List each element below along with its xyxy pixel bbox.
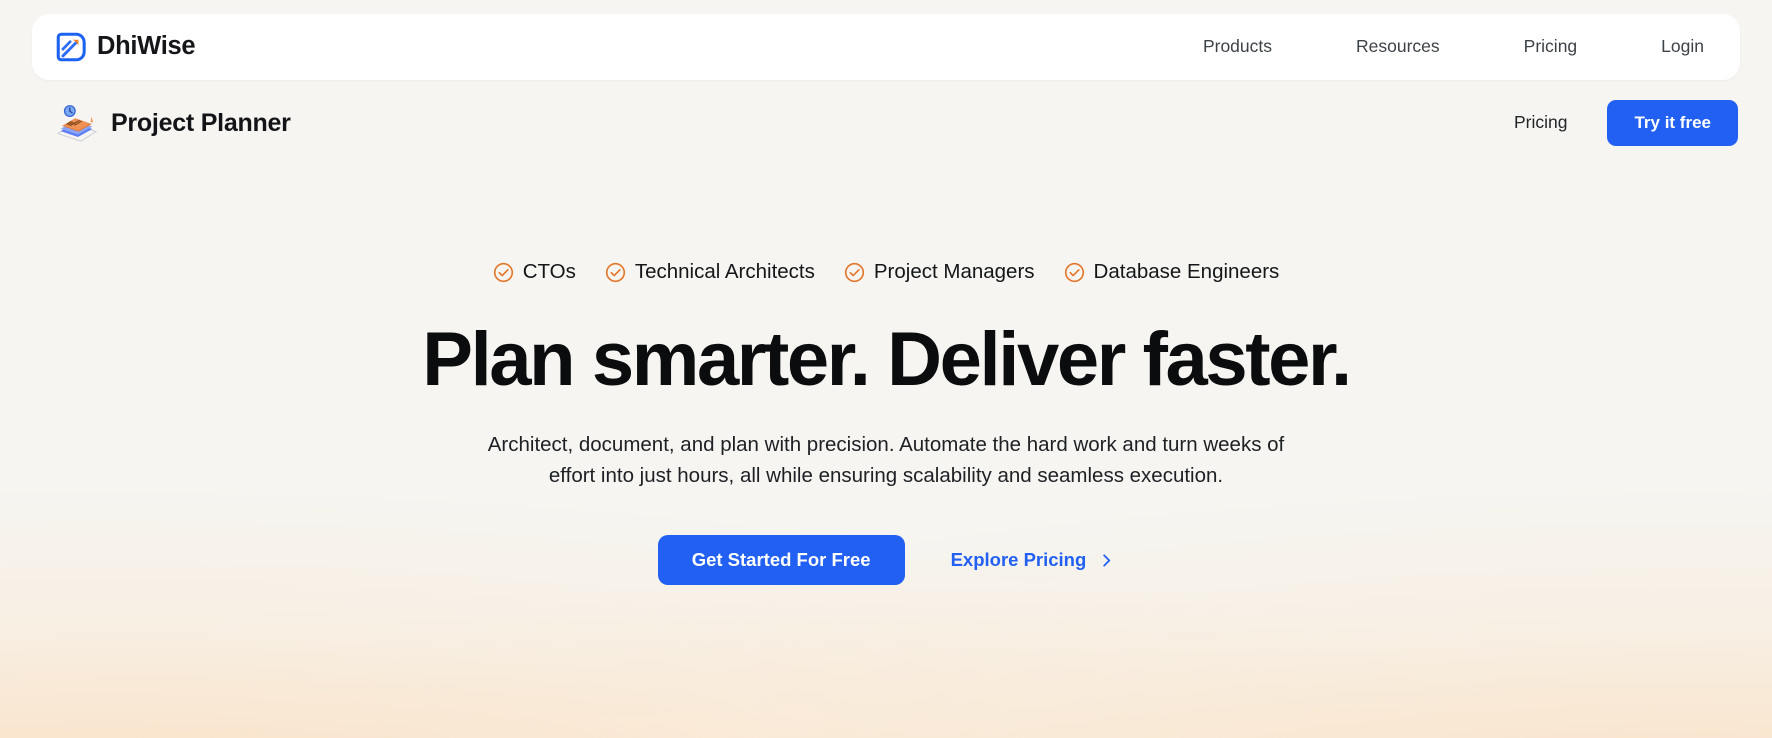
product-identity[interactable]: Project Planner <box>54 101 291 145</box>
audience-badges: CTOs Technical Architects Project Manage… <box>0 262 1772 283</box>
audience-badge-database-engineers: Database Engineers <box>1064 260 1280 284</box>
audience-badge-technical-architects: Technical Architects <box>605 262 815 283</box>
audience-label: Project Managers <box>873 260 1035 284</box>
explore-pricing-label: Explore Pricing <box>950 549 1087 571</box>
circle-check-icon <box>1064 262 1085 283</box>
hero-headline: Plan smarter. Deliver faster. <box>422 317 1352 402</box>
audience-badge-ctos: CTOs <box>493 262 576 283</box>
hero-section: CTOs Technical Architects Project Manage… <box>0 262 1772 586</box>
try-it-free-button[interactable]: Try it free <box>1607 100 1738 146</box>
get-started-for-free-button[interactable]: Get Started For Free <box>657 535 905 586</box>
nav-link-products[interactable]: Products <box>1161 30 1314 64</box>
chevron-right-icon <box>1099 553 1114 568</box>
audience-badge-project-managers: Project Managers <box>844 262 1035 283</box>
nav-link-login[interactable]: Login <box>1619 30 1704 64</box>
dhiwise-logo-icon <box>54 30 88 64</box>
landing-page: DhiWise Products Resources Pricing Login <box>0 0 1772 738</box>
brand-name: DhiWise <box>97 32 196 61</box>
project-planner-notebook-icon <box>54 101 100 145</box>
product-subheader: Project Planner Pricing Try it free <box>0 90 1772 156</box>
nav-links: Products Resources Pricing Login <box>1161 30 1704 64</box>
audience-label: Database Engineers <box>1093 260 1280 284</box>
top-navigation-bar: DhiWise Products Resources Pricing Login <box>32 14 1740 80</box>
nav-link-pricing[interactable]: Pricing <box>1482 30 1620 64</box>
subheader-actions: Pricing Try it free <box>1504 100 1738 146</box>
circle-check-icon <box>605 262 626 283</box>
audience-label: CTOs <box>522 260 576 284</box>
audience-label: Technical Architects <box>634 260 815 284</box>
hero-cta-row: Get Started For Free Explore Pricing <box>0 535 1772 586</box>
hero-subheadline: Architect, document, and plan with preci… <box>487 433 1285 488</box>
brand-logo[interactable]: DhiWise <box>54 30 196 64</box>
circle-check-icon <box>493 262 514 283</box>
circle-check-icon <box>844 262 865 283</box>
subheader-pricing-link[interactable]: Pricing <box>1504 108 1578 138</box>
product-title: Project Planner <box>111 108 291 137</box>
explore-pricing-link[interactable]: Explore Pricing <box>951 549 1115 571</box>
nav-link-resources[interactable]: Resources <box>1314 30 1482 64</box>
